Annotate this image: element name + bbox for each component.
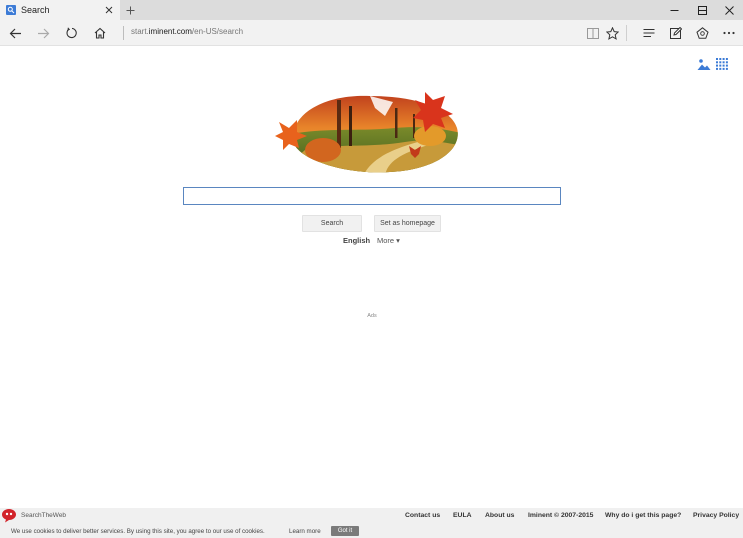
close-icon[interactable]	[102, 3, 116, 17]
footer-link-why[interactable]: Why do i get this page?	[605, 512, 681, 519]
search-icon	[6, 5, 16, 15]
language-english[interactable]: English	[343, 236, 370, 245]
set-as-homepage-button[interactable]: Set as homepage	[374, 215, 441, 232]
footer-link-about[interactable]: About us	[485, 512, 514, 519]
forward-arrow-icon[interactable]	[33, 23, 53, 43]
refresh-icon[interactable]	[62, 23, 82, 43]
back-arrow-icon[interactable]	[5, 23, 25, 43]
autumn-leaves-logo	[275, 92, 458, 173]
minimize-icon[interactable]	[660, 0, 688, 20]
tab-search[interactable]: Search	[0, 0, 120, 20]
searchtheweb-logo	[2, 509, 16, 523]
address-bar[interactable]: start.iminent.com/en-US/search	[131, 27, 243, 36]
footer-brand: SearchTheWeb	[21, 512, 67, 519]
search-input[interactable]	[183, 187, 561, 205]
toolbar-separator	[626, 25, 627, 41]
tab-title: Search	[21, 5, 50, 15]
plus-icon[interactable]	[122, 2, 138, 18]
navigation-bar: start.iminent.com/en-US/search	[0, 20, 743, 46]
more-languages-dropdown[interactable]: More ▾	[377, 236, 400, 245]
footer-link-copyright[interactable]: Iminent © 2007-2015	[528, 512, 593, 519]
footer-link-eula[interactable]: EULA	[453, 512, 472, 519]
more-icon[interactable]	[719, 23, 739, 43]
learn-more-link[interactable]: Learn more	[289, 528, 321, 535]
share-icon[interactable]	[692, 23, 712, 43]
got-it-button[interactable]: Got it	[331, 526, 359, 536]
close-window-icon[interactable]	[715, 0, 743, 20]
url-prefix: start.	[131, 27, 149, 36]
url-domain: iminent.com	[148, 27, 192, 36]
url-path: /en-US/search	[191, 27, 244, 36]
footer: SearchTheWeb Contact us EULA About us Im…	[0, 508, 743, 538]
address-separator	[123, 26, 124, 40]
ads-label: Ads	[367, 313, 377, 319]
cookie-notice: We use cookies to deliver better service…	[11, 528, 265, 535]
footer-link-contact[interactable]: Contact us	[405, 512, 440, 519]
grid-icon[interactable]	[716, 57, 730, 71]
title-bar: Search	[0, 0, 743, 20]
image-icon[interactable]	[697, 57, 711, 71]
hub-icon[interactable]	[639, 23, 659, 43]
page-content: Search Set as homepage English More ▾ Ad…	[0, 46, 743, 508]
home-icon[interactable]	[90, 23, 110, 43]
footer-link-privacy[interactable]: Privacy Policy	[693, 512, 739, 519]
maximize-icon[interactable]	[688, 0, 716, 20]
book-icon[interactable]	[583, 23, 603, 43]
pen-icon[interactable]	[666, 23, 686, 43]
search-button[interactable]: Search	[302, 215, 362, 232]
star-icon[interactable]	[602, 23, 622, 43]
